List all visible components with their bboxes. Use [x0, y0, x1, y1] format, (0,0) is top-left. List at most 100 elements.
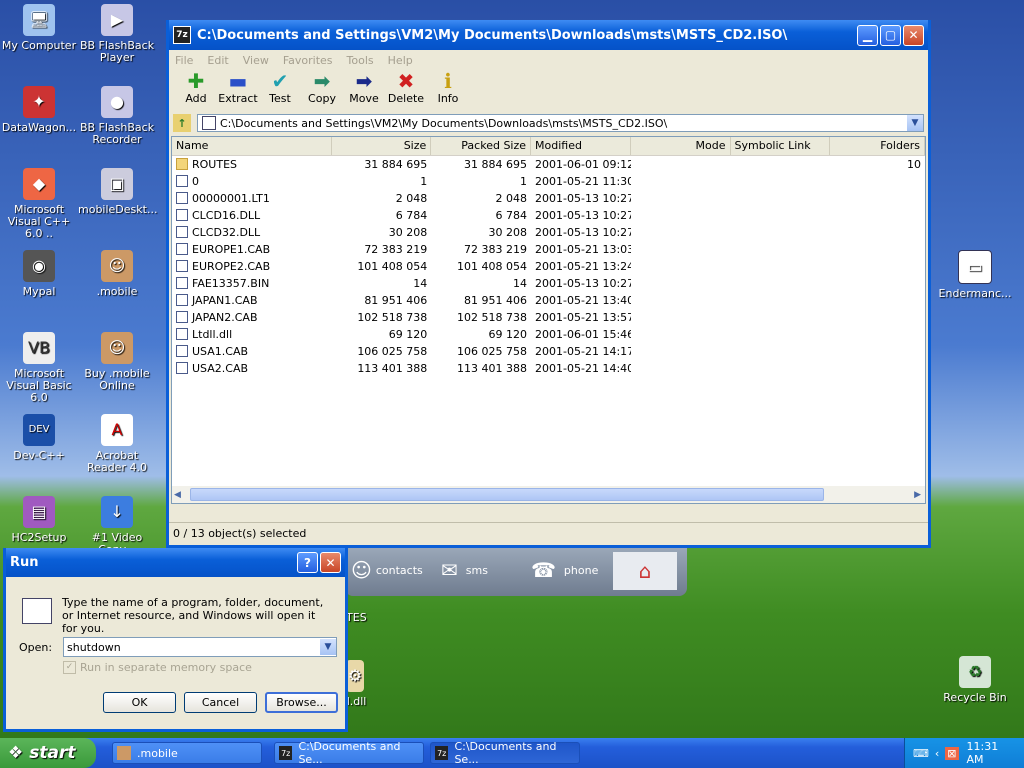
table-row[interactable]: 00000001.LT1 2 048 2 048 2001-05-13 10:27	[172, 190, 925, 207]
taskbar-item-archive-2[interactable]: 7z C:\Documents and Se...	[430, 740, 580, 766]
folders-cell	[830, 326, 925, 343]
browse-button[interactable]: Browse...	[265, 692, 338, 713]
scroll-left-icon[interactable]: ◀	[174, 490, 181, 500]
column-size[interactable]: Size	[332, 137, 432, 155]
packed-size-cell: 1	[520, 175, 528, 188]
table-row[interactable]: EUROPE2.CAB 101 408 054 101 408 054 2001-05…	[172, 258, 925, 275]
add-button[interactable]: ✚ Add	[175, 70, 217, 105]
table-row[interactable]: CLCD32.DLL 30 208 30 208 2001-05-13 10:27	[172, 224, 925, 241]
buy-mobile-icon: ☺	[101, 332, 133, 364]
desktop-icon-mobile[interactable]: ☺ .mobile	[78, 250, 156, 298]
taskbar-item-archive-1[interactable]: 7z C:\Documents and Se...	[274, 740, 424, 766]
table-row[interactable]: CLCD16.DLL 6 784 6 784 2001-05-13 10:27	[172, 207, 925, 224]
menu-favorites[interactable]: Favorites	[283, 54, 333, 67]
desktop-icon-dev-cpp[interactable]: DEV Dev-C++	[0, 414, 78, 462]
tray-app-icon[interactable]: ⊠	[945, 746, 959, 760]
chevron-down-icon[interactable]: ▼	[907, 115, 923, 131]
scroll-right-icon[interactable]: ▶	[914, 490, 921, 500]
file-icon	[176, 277, 188, 289]
mode-cell	[631, 173, 731, 190]
home-button[interactable]: ⌂	[613, 552, 677, 590]
copy-button[interactable]: ➡ Copy	[301, 70, 343, 105]
scrollbar-thumb[interactable]	[190, 488, 824, 501]
ok-button[interactable]: OK	[103, 692, 176, 713]
desktop-icon-hc2setup[interactable]: ▤ HC2Setup	[0, 496, 78, 544]
packed-size-cell: 6 784	[495, 209, 528, 222]
cancel-button[interactable]: Cancel	[184, 692, 257, 713]
desktop-icon-datawagon[interactable]: ✦ DataWagon...	[0, 86, 78, 134]
desktop-icon-recycle-bin[interactable]: ♻ Recycle Bin	[936, 656, 1014, 704]
folders-cell	[830, 241, 925, 258]
separate-memory-checkbox[interactable]: ✓ Run in separate memory space	[63, 661, 252, 674]
sms-icon: ✉	[441, 558, 458, 582]
column-packed-size[interactable]: Packed Size	[431, 137, 532, 155]
mobile-task-icon	[117, 746, 131, 760]
menu-view[interactable]: View	[243, 54, 269, 67]
table-row[interactable]: EUROPE1.CAB 72 383 219 72 383 219 2001-05-2…	[172, 241, 925, 258]
keyboard-icon[interactable]: ⌨	[913, 747, 929, 760]
desktop-icon-bb-flashback-recorder[interactable]: ● BB FlashBack Recorder	[78, 86, 156, 146]
symbolic-link-cell	[731, 207, 831, 224]
table-row[interactable]: 0 1 1 2001-05-21 11:30	[172, 173, 925, 190]
maximize-button[interactable]: ▢	[880, 24, 901, 46]
file-name-cell: 0	[172, 173, 332, 190]
taskbar-item-mobile[interactable]: .mobile	[112, 742, 262, 764]
help-button[interactable]: ?	[297, 552, 318, 573]
run-dialog-titlebar[interactable]: Run ? ✕	[6, 548, 345, 577]
table-row[interactable]: FAE13357.BIN 14 14 2001-05-13 10:27	[172, 275, 925, 292]
start-button[interactable]: ❖ start	[0, 738, 96, 768]
column-symbolic-link[interactable]: Symbolic Link	[731, 137, 831, 155]
clock[interactable]: 11:31 AM	[967, 740, 1016, 766]
archive-path-icon	[202, 116, 216, 130]
menu-file[interactable]: File	[175, 54, 193, 67]
desktop-icon-mobiledesktop[interactable]: ▣ mobileDeskt...	[78, 168, 157, 216]
column-folders[interactable]: Folders	[830, 137, 925, 155]
chevron-down-icon[interactable]: ▼	[320, 639, 336, 655]
open-combobox[interactable]: shutdown ▼	[63, 637, 337, 657]
extract-button[interactable]: ▬ Extract	[217, 70, 259, 105]
table-row[interactable]: Ltdll.dll 69 120 69 120 2001-06-01 15:46	[172, 326, 925, 343]
column-modified[interactable]: Modified	[531, 137, 631, 155]
mode-cell	[631, 241, 731, 258]
table-row[interactable]: ROUTES 31 884 695 31 884 695 2001-06-01 09:…	[172, 156, 925, 173]
minimize-button[interactable]: ▁	[857, 24, 878, 46]
table-row[interactable]: JAPAN1.CAB 81 951 406 81 951 406 2001-05-21…	[172, 292, 925, 309]
test-button[interactable]: ✔ Test	[259, 70, 301, 105]
run-close-button[interactable]: ✕	[320, 552, 341, 573]
mode-cell	[631, 275, 731, 292]
horizontal-scrollbar[interactable]: ◀ ▶	[172, 486, 925, 503]
move-button[interactable]: ➡ Move	[343, 70, 385, 105]
desktop-icon-mypal[interactable]: ◉ Mypal	[0, 250, 78, 298]
desktop-icon-acrobat[interactable]: A Acrobat Reader 4.0	[78, 414, 156, 474]
desktop-icon-bb-flashback-player[interactable]: ▶ BB FlashBack Player	[78, 4, 156, 64]
desktop-icon-visual-cpp[interactable]: ◆ Microsoft Visual C++ 6.0 ..	[0, 168, 78, 240]
close-button[interactable]: ✕	[903, 24, 924, 46]
plus-icon: ✚	[187, 69, 205, 93]
up-folder-icon[interactable]: ↑	[173, 114, 191, 132]
desktop-icon-endermanch[interactable]: ▭ Endermanc...	[936, 250, 1014, 300]
mypal-icon: ◉	[23, 250, 55, 282]
tray-expand-icon[interactable]: ‹	[935, 747, 939, 760]
info-button[interactable]: ℹ Info	[427, 70, 469, 105]
menu-tools[interactable]: Tools	[347, 54, 374, 67]
table-row[interactable]: JAPAN2.CAB 102 518 738 102 518 738 2001-05-…	[172, 309, 925, 326]
contacts-button[interactable]: ☺ contacts	[351, 558, 423, 582]
packed-size-cell: 30 208	[488, 226, 528, 239]
archive-window-titlebar[interactable]: 7z C:\Documents and Settings\VM2\My Docu…	[169, 20, 928, 50]
sms-button[interactable]: ✉ sms	[441, 558, 488, 582]
mode-cell	[631, 360, 731, 377]
phone-button[interactable]: ☎ phone	[531, 558, 598, 582]
desktop-icon-my-computer[interactable]: 🖥 My Computer	[0, 4, 78, 52]
column-mode[interactable]: Mode	[631, 137, 731, 155]
mode-cell	[631, 190, 731, 207]
menu-help[interactable]: Help	[388, 54, 413, 67]
menu-edit[interactable]: Edit	[207, 54, 228, 67]
desktop-icon-video-converter[interactable]: ↓ #1 Video Conv...	[78, 496, 156, 556]
table-row[interactable]: USA2.CAB 113 401 388 113 401 388 2001-05-21…	[172, 360, 925, 377]
desktop-icon-buy-mobile[interactable]: ☺ Buy .mobile Online	[78, 332, 156, 392]
address-input[interactable]: C:\Documents and Settings\VM2\My Documen…	[197, 114, 924, 132]
delete-button[interactable]: ✖ Delete	[385, 70, 427, 105]
desktop-icon-visual-basic[interactable]: VB Microsoft Visual Basic 6.0	[0, 332, 78, 404]
column-name[interactable]: Name	[172, 137, 332, 155]
table-row[interactable]: USA1.CAB 106 025 758 106 025 758 2001-05-21…	[172, 343, 925, 360]
